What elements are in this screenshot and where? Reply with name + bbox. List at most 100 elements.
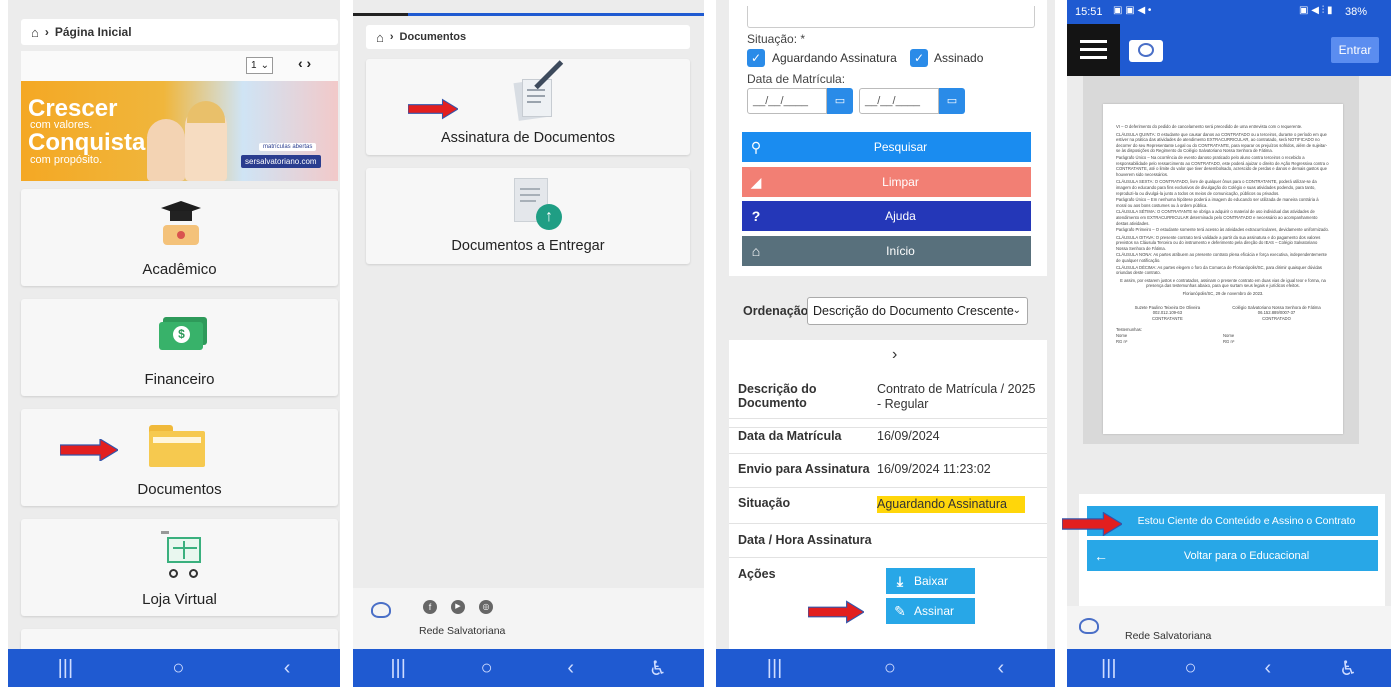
document-viewer[interactable]: VI – O deferimento do pedido de cancelam… [1083, 76, 1359, 444]
date-to-input[interactable]: __/__/____ [859, 88, 939, 114]
instagram-icon[interactable]: ◎ [479, 600, 493, 614]
table-row: Data / Hora Assinatura [729, 524, 1047, 558]
text-input-partial[interactable] [747, 6, 1035, 28]
salvatoriana-logo-icon[interactable] [1129, 40, 1163, 62]
date-from-input[interactable]: __/__/____ [747, 88, 827, 114]
back-icon[interactable]: ‹ [1264, 657, 1271, 680]
recent-apps-icon[interactable]: ||| [767, 657, 783, 680]
home-icon[interactable]: ⌂ [31, 25, 39, 40]
checkbox-aguardando-label: Aguardando Assinatura [772, 51, 897, 65]
signal-icons: ▣ ◀ ⫶ ▮ [1299, 5, 1333, 16]
contract-paragraph: CLÁUSULA SÉTIMA: O CONTRATANTE se obriga… [1116, 209, 1318, 226]
home-icon[interactable]: ⌂ [376, 30, 384, 45]
page-selector-value: 1 [251, 60, 257, 71]
table-row: Data da Matrícula 16/09/2024 [729, 418, 1047, 454]
contract-place-date: Florianópolis/SC, 29 de novembro de 2023… [1182, 291, 1264, 297]
android-navbar: ||| ○ ‹ ♿ [1067, 649, 1391, 687]
contract-paragraph: CLÁUSULA SEXTA: O CONTRATADO, livre de q… [1116, 179, 1317, 196]
ordenacao-select[interactable]: Descrição do Documento Crescente ⌄ [807, 297, 1028, 325]
breadcrumb-separator-icon: › [44, 25, 49, 39]
banner-line3: Conquistar [28, 129, 155, 156]
status-badge: Aguardando Assinatura [877, 496, 1025, 513]
document-page: VI – O deferimento do pedido de cancelam… [1103, 104, 1343, 434]
money-icon: $ [159, 317, 207, 351]
promo-banner[interactable]: Crescer com valores. Conquistar com prop… [21, 81, 338, 181]
contract-paragraph: VI – O deferimento do pedido de cancelam… [1116, 124, 1303, 129]
recent-apps-icon[interactable]: ||| [1101, 657, 1117, 680]
back-icon[interactable]: ‹ [998, 657, 1005, 680]
footer: Rede Salvatoriana [1067, 606, 1391, 649]
carousel-arrows-icon[interactable]: ‹ › [298, 55, 311, 71]
footer: f ▶ ◎ Rede Salvatoriana [353, 588, 704, 649]
menu-card-label: Loja Virtual [142, 591, 217, 608]
pesquisar-button[interactable]: ⚲ Pesquisar [742, 132, 1031, 162]
home-circle-icon[interactable]: ○ [172, 657, 184, 680]
youtube-icon[interactable]: ▶ [451, 600, 465, 614]
red-arrow-icon [808, 600, 864, 624]
inicio-button[interactable]: ⌂ Início [742, 236, 1031, 266]
edit-icon: ✎ [894, 602, 906, 619]
entrar-button[interactable]: Entrar [1331, 37, 1379, 63]
situacao-label: Situação: * [747, 32, 806, 46]
android-navbar: ||| ○ ‹ [716, 649, 1055, 687]
breadcrumb-label: Documentos [399, 31, 467, 43]
notification-icons: ▣ ▣ ◀ • [1113, 5, 1152, 16]
contract-paragraph: CLÁUSULA DÉCIMA: As partes elegem o foro… [1116, 264, 1322, 276]
menu-card-loja-virtual[interactable]: Loja Virtual [21, 519, 338, 616]
status-bar: 15:51 ▣ ▣ ◀ • ▣ ◀ ⫶ ▮ 38% [1067, 0, 1391, 24]
chevron-right-icon[interactable]: › [892, 346, 897, 364]
checkbox-assinado[interactable]: ✓ [910, 49, 928, 67]
menu-card-label: Documentos [137, 481, 222, 498]
shopping-cart-icon [159, 531, 203, 579]
banner-section: 1 ⌄ ‹ › Crescer com valores. Conquistar c… [21, 51, 338, 181]
document-upload-icon: ↑ [514, 178, 564, 232]
facebook-icon[interactable]: f [423, 600, 437, 614]
recent-apps-icon[interactable]: ||| [390, 657, 406, 680]
card-documentos-entregar[interactable]: ↑ Documentos a Entregar [366, 168, 690, 264]
hamburger-menu-icon[interactable] [1067, 24, 1120, 76]
card-label: Documentos a Entregar [451, 238, 605, 254]
home-circle-icon[interactable]: ○ [481, 657, 493, 680]
graduation-cap-icon [161, 201, 201, 247]
red-arrow-icon [60, 439, 118, 461]
android-navbar: ||| ○ ‹ [8, 649, 340, 687]
question-icon: ? [751, 208, 761, 224]
android-navbar: ||| ○ ‹ ♿ [353, 649, 704, 687]
menu-card-academico[interactable]: Acadêmico [21, 189, 338, 286]
checkbox-aguardando[interactable]: ✓ [747, 49, 765, 67]
calendar-icon[interactable]: ▭ [939, 88, 965, 114]
witnesses-block: Nome RG nº Nome RG nº [1116, 333, 1235, 344]
banner-url: sersalvatoriano.com [241, 155, 321, 168]
back-icon[interactable]: ‹ [567, 657, 574, 680]
table-row: Envio para Assinatura 16/09/2024 11:23:0… [729, 454, 1047, 488]
home-circle-icon[interactable]: ○ [1184, 657, 1196, 680]
search-icon: ⚲ [750, 138, 762, 155]
app-header: Entrar [1067, 24, 1391, 76]
voltar-button[interactable]: ← Voltar para o Educacional [1087, 540, 1378, 571]
red-arrow-icon [1062, 512, 1122, 536]
home-circle-icon[interactable]: ○ [884, 657, 896, 680]
table-row: Situação Aguardando Assinatura [729, 488, 1047, 524]
breadcrumb-label: Página Inicial [54, 25, 132, 39]
baixar-button[interactable]: ⤓ Baixar [886, 568, 975, 594]
ajuda-button[interactable]: ? Ajuda [742, 201, 1031, 231]
ciente-assino-button[interactable]: ✔Estou Ciente do Conteúdo e Assino o Con… [1087, 506, 1378, 536]
recent-apps-icon[interactable]: ||| [58, 657, 74, 680]
calendar-icon[interactable]: ▭ [827, 88, 853, 114]
contract-paragraph: E assim, por estarem justos e contratado… [1120, 277, 1326, 289]
chevron-down-icon: ⌄ [1012, 305, 1021, 316]
back-icon[interactable]: ‹ [284, 657, 291, 680]
checkbox-assinado-label: Assinado [934, 51, 984, 65]
page-selector[interactable]: 1 ⌄ [246, 57, 273, 74]
assinar-button[interactable]: ✎ Assinar [886, 598, 975, 624]
contract-paragraph: CLÁUSULA NONA: As partes atribuem ao pre… [1116, 252, 1327, 264]
menu-card-label: Acadêmico [142, 261, 217, 278]
salvatoriana-logo-icon [371, 602, 391, 618]
accessibility-icon[interactable]: ♿ [1339, 656, 1357, 681]
contract-paragraph: Parágrafo Primeiro – O estudante somente… [1116, 227, 1329, 233]
status-time: 15:51 [1075, 6, 1103, 18]
accessibility-icon[interactable]: ♿ [649, 656, 667, 681]
menu-card-financeiro[interactable]: $ Financeiro [21, 299, 338, 396]
folder-icon [149, 425, 205, 469]
limpar-button[interactable]: ◢ Limpar [742, 167, 1031, 197]
